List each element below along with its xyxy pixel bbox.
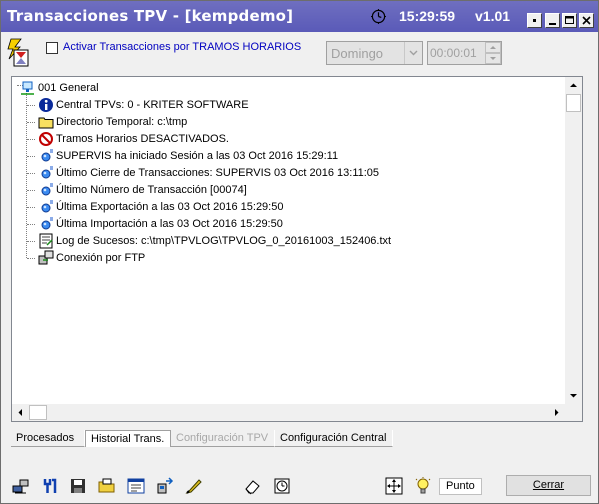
- eraser-icon[interactable]: [244, 477, 262, 495]
- tab-procesados[interactable]: Procesados: [11, 430, 85, 447]
- stopwatch-icon[interactable]: [273, 477, 291, 495]
- minimize-icon: [549, 23, 556, 25]
- tab-historial[interactable]: Historial Trans.: [85, 430, 171, 447]
- tree-connector: [27, 241, 35, 242]
- day-select-arrow: [404, 42, 422, 64]
- tree-root-label: 001 General: [38, 82, 99, 94]
- lightbulb-icon[interactable]: [414, 477, 432, 495]
- tramos-checkbox[interactable]: [46, 42, 58, 54]
- tree-connector: [27, 122, 35, 123]
- close-window-button[interactable]: Cerrar: [506, 475, 591, 496]
- spin-up-button: [485, 42, 501, 53]
- close-button-label: Cerrar: [532, 479, 565, 491]
- transfer-icon[interactable]: [156, 477, 174, 495]
- scroll-corner: [565, 404, 582, 421]
- tree-item-label: Central TPVs: 0 - KRITER SOFTWARE: [56, 99, 249, 111]
- scroll-left-button[interactable]: [12, 404, 29, 421]
- maximize-button[interactable]: [562, 13, 577, 28]
- form-window-icon[interactable]: [127, 477, 145, 495]
- tree-item-label: Último Cierre de Transacciones: SUPERVIS…: [56, 167, 380, 179]
- connect-icon[interactable]: [12, 477, 30, 495]
- status-dot-icon: [41, 149, 53, 162]
- tab-label: Historial Trans.: [91, 433, 165, 445]
- tree-connector: [26, 93, 27, 258]
- save-icon[interactable]: [69, 477, 87, 495]
- status-dot-icon: [41, 217, 53, 230]
- version-label: v1.01: [475, 8, 511, 24]
- app-window: Transacciones TPV - [kempdemo] 15:29:59 …: [0, 0, 599, 504]
- scroll-right-button[interactable]: [548, 404, 565, 421]
- tree-item-label: Log de Sucesos: c:\tmp\TPVLOG\TPVLOG_0_2…: [56, 235, 392, 247]
- tree-connector: [27, 207, 35, 208]
- tab-configuracion-central[interactable]: Configuración Central: [275, 430, 393, 447]
- info-icon: [39, 98, 53, 112]
- status-dot-icon: [41, 166, 53, 179]
- prohibited-icon: [39, 132, 53, 146]
- tramos-checkbox-label[interactable]: Activar Transacciones por TRAMOS HORARIO…: [63, 41, 301, 53]
- arrow-down-icon: [570, 394, 577, 398]
- tree-connector: [27, 156, 35, 157]
- status-dot-icon: [41, 200, 53, 213]
- tree-connector: [27, 258, 35, 259]
- clock-icon: [371, 9, 386, 24]
- arrow-down-icon: [490, 57, 496, 60]
- clock-time: 15:29:59: [399, 8, 456, 24]
- tree-connector: [27, 105, 35, 106]
- tree-item-label: SUPERVIS ha iniciado Sesión a las 03 Oct…: [56, 150, 339, 162]
- tab-label: Configuración Central: [280, 432, 387, 444]
- horizontal-scrollbar[interactable]: [12, 404, 565, 421]
- hourglass-lightning-icon: [7, 38, 29, 67]
- time-spinner: 00:00:01: [427, 41, 502, 65]
- close-icon: [582, 16, 591, 25]
- tree-item-label: Tramos Horarios DESACTIVADOS.: [56, 133, 229, 145]
- ftp-icon: [38, 250, 54, 265]
- tree-item-label: Directorio Temporal: c:\tmp: [56, 116, 188, 128]
- status-tree[interactable]: 001 General Central TPVs: 0 - KRITER SOF…: [12, 77, 565, 404]
- pen-icon[interactable]: [185, 477, 203, 495]
- arrow-left-icon: [18, 409, 22, 416]
- horizontal-scroll-thumb[interactable]: [29, 405, 47, 420]
- open-folder-icon[interactable]: [98, 477, 116, 495]
- tree-connector: [27, 139, 35, 140]
- maximize-icon: [565, 16, 574, 24]
- scroll-up-button[interactable]: [565, 77, 582, 94]
- window-title: Transacciones TPV - [kempdemo]: [7, 7, 294, 25]
- tab-configuracion-tpv: Configuración TPV: [171, 430, 275, 447]
- day-select: Domingo: [326, 41, 423, 65]
- tree-item-label: Conexión por FTP: [56, 252, 146, 264]
- tree-item-label: Última Importación a las 03 Oct 2016 15:…: [56, 218, 283, 230]
- chevron-down-icon: [409, 50, 418, 56]
- arrow-right-icon: [555, 409, 559, 416]
- log-file-icon: [39, 233, 53, 249]
- minimize-button[interactable]: [545, 13, 560, 28]
- status-dot-icon: [41, 183, 53, 196]
- tree-connector: [27, 173, 35, 174]
- tab-label: Configuración TPV: [176, 432, 269, 444]
- vertical-scrollbar[interactable]: [565, 77, 582, 404]
- arrow-up-icon: [490, 46, 496, 49]
- title-bar[interactable]: Transacciones TPV - [kempdemo] 15:29:59 …: [1, 1, 598, 32]
- tab-label: Procesados: [16, 432, 75, 444]
- spin-down-button: [485, 53, 501, 64]
- tree-connector: [27, 224, 35, 225]
- tree-item-label: Último Número de Transacción [00074]: [56, 184, 247, 196]
- tree-connector: [27, 190, 35, 191]
- tree-item-label: Última Exportación a las 03 Oct 2016 15:…: [56, 201, 284, 213]
- folder-icon: [38, 117, 54, 129]
- tools-icon[interactable]: [41, 477, 59, 495]
- network-icon: [21, 81, 34, 95]
- dot-icon: [533, 19, 536, 22]
- scroll-down-button[interactable]: [565, 387, 582, 404]
- arrow-up-icon: [570, 83, 577, 87]
- system-menu-button[interactable]: [527, 13, 542, 28]
- mode-field[interactable]: Punto: [439, 478, 482, 495]
- move-arrows-icon[interactable]: [385, 477, 403, 495]
- day-select-value: Domingo: [331, 46, 384, 61]
- tree-panel: 001 General Central TPVs: 0 - KRITER SOF…: [11, 76, 583, 422]
- close-button[interactable]: [579, 13, 594, 28]
- vertical-scroll-thumb[interactable]: [566, 94, 581, 112]
- time-spinner-value: 00:00:01: [430, 46, 477, 60]
